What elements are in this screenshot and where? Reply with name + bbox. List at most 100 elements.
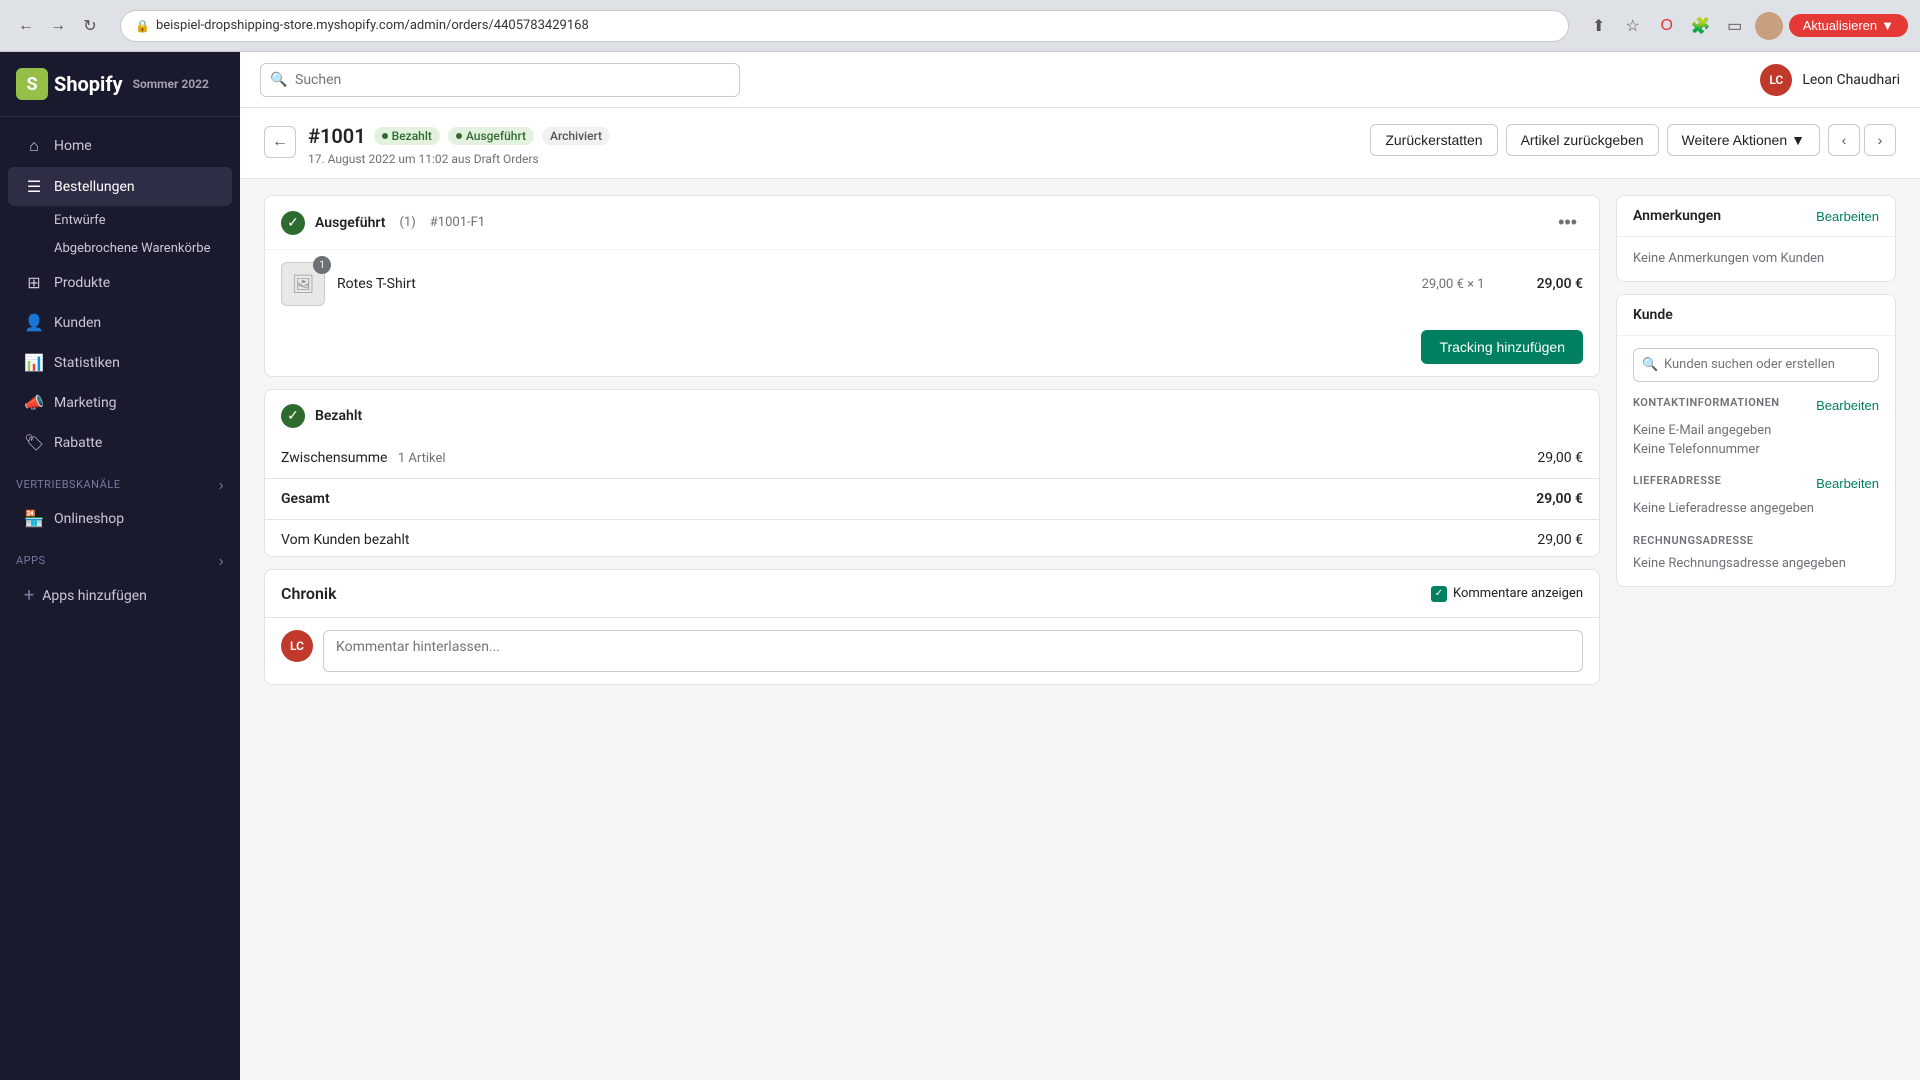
payment-gesamt-val: 29,00 € xyxy=(1536,491,1583,507)
search-input[interactable] xyxy=(260,63,740,97)
fulfillment-more-button[interactable]: ••• xyxy=(1552,210,1583,235)
payment-vom-kunden-row: Vom Kunden bezahlt 29,00 € xyxy=(265,524,1599,556)
discounts-icon: 🏷 xyxy=(24,433,44,452)
vom-kunden-val: 29,00 € xyxy=(1537,532,1583,548)
sidebar-item-marketing[interactable]: 📣 Marketing xyxy=(8,383,232,422)
product-name: Rotes T-Shirt xyxy=(337,276,1410,292)
customer-search-input[interactable] xyxy=(1633,348,1879,382)
anmerkungen-body: Keine Anmerkungen vom Kunden xyxy=(1617,237,1895,281)
kommentare-anzeigen-label[interactable]: ✓ Kommentare anzeigen xyxy=(1431,586,1583,602)
lieferadresse-section: LIEFERADRESSE Bearbeiten Keine Lieferadr… xyxy=(1633,474,1879,519)
fulfilled-status-icon: ✓ xyxy=(281,211,305,235)
customers-icon: 👤 xyxy=(24,313,44,332)
comment-input[interactable] xyxy=(323,630,1583,672)
kunde-card: Kunde 🔍 KONTAKTINFORMATIONEN Bearbeiten xyxy=(1616,294,1896,587)
order-number: #1001 xyxy=(308,124,366,148)
lock-icon: 🔒 xyxy=(135,19,150,33)
lieferadresse-edit-button[interactable]: Bearbeiten xyxy=(1816,476,1879,491)
kommentare-checkbox[interactable]: ✓ xyxy=(1431,586,1447,602)
payment-card-header: ✓ Bezahlt xyxy=(265,390,1599,442)
top-bar-right: LC Leon Chaudhari xyxy=(1760,64,1900,96)
weitere-aktionen-button[interactable]: Weitere Aktionen ▼ xyxy=(1667,124,1820,156)
payment-title-row: ✓ Bezahlt xyxy=(281,404,362,428)
rechnungsadresse-text: Keine Rechnungsadresse angegeben xyxy=(1633,554,1879,574)
sidebar-item-onlineshop[interactable]: 🏪 Onlineshop xyxy=(8,499,232,538)
aktualisieren-button[interactable]: Aktualisieren ▼ xyxy=(1789,14,1908,37)
anmerkungen-edit-button[interactable]: Bearbeiten xyxy=(1816,209,1879,224)
fulfillment-title: Ausgeführt xyxy=(315,215,385,231)
artikel-zurueckgeben-button[interactable]: Artikel zurückgeben xyxy=(1506,124,1659,156)
search-bar-wrap: 🔍 xyxy=(260,63,740,97)
order-info: #1001 Bezahlt Ausgeführt Archiviert xyxy=(308,124,610,166)
comment-area: LC xyxy=(265,618,1599,684)
user-name: Leon Chaudhari xyxy=(1802,72,1900,88)
kunde-header: Kunde xyxy=(1617,295,1895,336)
content-area: ✓ Ausgeführt (1) #1001-F1 ••• 🖼 1 xyxy=(240,179,1920,1080)
url-text: beispiel-dropshipping-store.myshopify.co… xyxy=(156,18,589,33)
sidebar-sub-label: Abgebrochene Warenkörbe xyxy=(54,241,210,256)
prev-order-button[interactable]: ‹ xyxy=(1828,124,1860,156)
badge-paid: Bezahlt xyxy=(374,127,440,145)
lieferadresse-label: LIEFERADRESSE xyxy=(1633,474,1721,487)
sidebar-item-home[interactable]: ⌂ Home xyxy=(8,126,232,166)
back-to-orders-button[interactable]: ← xyxy=(264,126,296,158)
sidebar-item-label: Rabatte xyxy=(54,435,102,451)
fulfillment-order-id: #1001-F1 xyxy=(430,215,485,230)
stats-icon: 📊 xyxy=(24,353,44,372)
product-qty-badge: 1 xyxy=(313,256,331,274)
opera-icon[interactable]: O xyxy=(1653,12,1681,40)
kommentare-label: Kommentare anzeigen xyxy=(1453,586,1583,601)
fulfillment-card: ✓ Ausgeführt (1) #1001-F1 ••• 🖼 1 xyxy=(264,195,1600,377)
sidebar-icon[interactable]: ▭ xyxy=(1721,12,1749,40)
zurueckerstatten-button[interactable]: Zurückerstatten xyxy=(1370,124,1497,156)
bookmark-icon[interactable]: ☆ xyxy=(1619,12,1647,40)
chronik-header: Chronik ✓ Kommentare anzeigen xyxy=(265,570,1599,618)
lieferadresse-text: Keine Lieferadresse angegeben xyxy=(1633,499,1879,519)
main-content: ← #1001 Bezahlt Ausgeführt xyxy=(240,108,1920,1080)
payment-divider xyxy=(265,478,1599,479)
add-apps-label: Apps hinzufügen xyxy=(42,588,147,604)
kontaktinfos-email: Keine E-Mail angegeben xyxy=(1633,421,1879,441)
payment-gesamt-row: Gesamt 29,00 € xyxy=(265,483,1599,515)
kontaktinfos-edit-button[interactable]: Bearbeiten xyxy=(1816,398,1879,413)
content-side: Anmerkungen Bearbeiten Keine Anmerkungen… xyxy=(1616,195,1896,1064)
page-header: ← #1001 Bezahlt Ausgeführt xyxy=(240,108,1920,179)
payment-status-icon: ✓ xyxy=(281,404,305,428)
forward-button[interactable]: → xyxy=(44,12,72,40)
card-title-row: ✓ Ausgeführt (1) #1001-F1 xyxy=(281,211,485,235)
sidebar-item-entwurfe[interactable]: Entwürfe xyxy=(8,207,232,234)
sidebar-item-statistiken[interactable]: 📊 Statistiken xyxy=(8,343,232,382)
payment-title: Bezahlt xyxy=(315,408,362,424)
sidebar-item-kunden[interactable]: 👤 Kunden xyxy=(8,303,232,342)
extensions-icon[interactable]: 🧩 xyxy=(1687,12,1715,40)
top-bar: 🔍 LC Leon Chaudhari xyxy=(240,52,1920,108)
payment-zwischensumme-sub: 1 Artikel xyxy=(398,451,446,466)
share-icon[interactable]: ⬆ xyxy=(1585,12,1613,40)
back-button[interactable]: ← xyxy=(12,12,40,40)
tracking-hinzufuegen-button[interactable]: Tracking hinzufügen xyxy=(1421,330,1583,364)
sidebar-item-label: Marketing xyxy=(54,395,117,411)
shopify-subtitle: Sommer 2022 xyxy=(133,77,209,91)
next-order-button[interactable]: › xyxy=(1864,124,1896,156)
sidebar-item-produkte[interactable]: ⊞ Produkte xyxy=(8,263,232,302)
kunde-title: Kunde xyxy=(1633,307,1673,323)
shopify-logo-text: Shopify xyxy=(54,72,123,96)
sidebar-item-rabatte[interactable]: 🏷 Rabatte xyxy=(8,423,232,462)
sidebar-item-bestellungen[interactable]: ☰ Bestellungen xyxy=(8,167,232,206)
orders-icon: ☰ xyxy=(24,177,44,196)
product-row: 🖼 1 Rotes T-Shirt 29,00 € × 1 29,00 € xyxy=(265,249,1599,318)
address-bar[interactable]: 🔒 beispiel-dropshipping-store.myshopify.… xyxy=(120,10,1569,42)
sidebar-item-label: Kunden xyxy=(54,315,101,331)
reload-button[interactable]: ↻ xyxy=(76,12,104,40)
sidebar-header: S Shopify Sommer 2022 xyxy=(0,52,240,117)
expand-icon: › xyxy=(219,475,224,494)
payment-zwischensumme-row: Zwischensumme 1 Artikel 29,00 € xyxy=(265,442,1599,474)
shopify-bag-icon: S xyxy=(16,68,48,100)
comment-avatar: LC xyxy=(281,630,313,662)
sidebar: S Shopify Sommer 2022 ⌂ Home ☰ Bestellun… xyxy=(0,52,240,1080)
sidebar-item-abgebrochene[interactable]: Abgebrochene Warenkörbe xyxy=(8,235,232,262)
add-apps-button[interactable]: + Apps hinzufügen xyxy=(8,575,232,616)
sidebar-item-label: Home xyxy=(54,138,92,154)
payment-zwischensumme-label: Zwischensumme 1 Artikel xyxy=(281,450,446,466)
shopify-logo: S Shopify Sommer 2022 xyxy=(16,68,209,100)
